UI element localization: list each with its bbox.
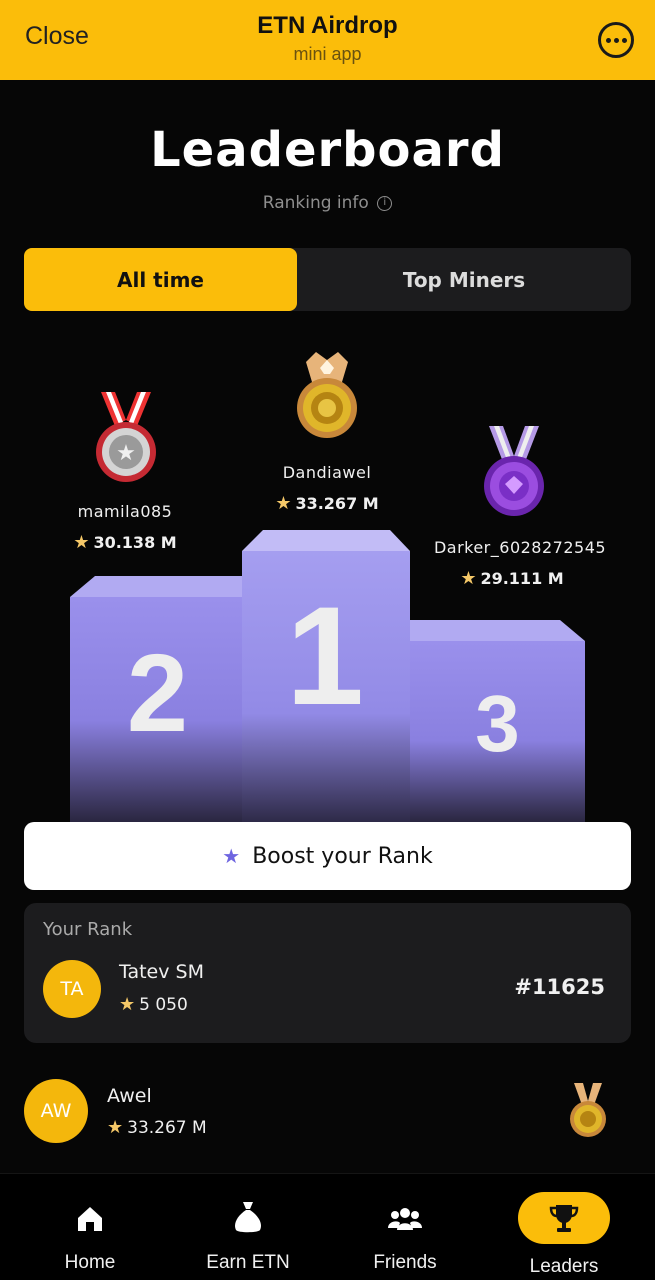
trophy-icon <box>549 1205 579 1232</box>
nav-friends[interactable]: Friends <box>355 1174 455 1280</box>
purple-medal-icon <box>484 426 544 516</box>
podium-number-1: 1 <box>286 577 364 734</box>
list-item[interactable]: AW Awel ★ 33.267 M <box>0 1075 655 1155</box>
tab-all-time[interactable]: All time <box>24 248 297 311</box>
list-item-score: ★ 33.267 M <box>107 1117 207 1138</box>
star-icon: ★ <box>73 532 90 553</box>
podium-3-top <box>410 620 585 641</box>
podium-3-score: ★ 29.111 M <box>427 568 597 589</box>
money-bag-icon <box>235 1202 261 1233</box>
podium-2-top <box>70 576 242 597</box>
podium-1-name: Dandiawel <box>282 463 372 482</box>
more-options-button[interactable] <box>598 22 634 58</box>
podium-2-score-value: 30.138 M <box>93 533 177 552</box>
nav-earn[interactable]: Earn ETN <box>188 1174 308 1280</box>
podium-number-3: 3 <box>475 679 520 768</box>
your-name: Tatev SM <box>119 961 204 983</box>
podium-3-name: Darker_6028272545 <box>433 538 607 557</box>
star-icon: ★ <box>119 994 136 1015</box>
silver-medal-icon: ★ <box>96 392 156 482</box>
nav-leaders[interactable]: Leaders <box>514 1174 614 1280</box>
your-rank-number: #11625 <box>514 975 605 999</box>
podium-1-top <box>242 530 410 551</box>
leaderboard-tabs: All time Top Miners <box>24 248 631 311</box>
tab-top-miners[interactable]: Top Miners <box>297 248 631 311</box>
star-icon: ★ <box>222 844 241 868</box>
nav-leaders-label: Leaders <box>529 1256 599 1277</box>
mini-app-header: Close ETN Airdrop mini app <box>0 0 655 80</box>
your-rank-label: Your Rank <box>43 919 133 940</box>
podium-1-score-value: 33.267 M <box>295 494 379 513</box>
avatar: AW <box>24 1079 88 1143</box>
star-icon: ★ <box>460 568 477 589</box>
gold-medal-icon <box>297 352 357 438</box>
ranking-info-label: Ranking info <box>262 193 369 213</box>
list-item-name: Awel <box>107 1085 152 1107</box>
nav-home-label: Home <box>64 1252 116 1273</box>
your-score: ★ 5 050 <box>119 994 188 1015</box>
dot <box>605 37 611 43</box>
nav-friends-label: Friends <box>373 1252 437 1273</box>
bottom-navigation: Home Earn ETN Friends Leaders <box>0 1173 655 1280</box>
podium-number-2: 2 <box>126 632 189 755</box>
boost-rank-button[interactable]: ★ Boost your Rank <box>24 822 631 890</box>
page-title: Leaderboard <box>150 122 505 178</box>
podium-2-score: ★ 30.138 M <box>40 532 210 553</box>
star-icon: ★ <box>275 493 292 514</box>
nav-earn-label: Earn ETN <box>206 1252 290 1273</box>
app-title: ETN Airdrop <box>257 12 398 39</box>
info-icon: i <box>377 195 393 211</box>
home-icon <box>78 1207 102 1231</box>
avatar: TA <box>43 960 101 1018</box>
boost-rank-label: Boost your Rank <box>252 843 433 869</box>
gold-medal-icon <box>570 1083 606 1137</box>
list-item-score-value: 33.267 M <box>127 1118 207 1138</box>
ranking-info-link[interactable]: Ranking info i <box>0 193 655 213</box>
star-icon: ★ <box>107 1117 124 1138</box>
your-score-value: 5 050 <box>139 995 188 1015</box>
svg-text:★: ★ <box>116 441 136 466</box>
dot <box>621 37 627 43</box>
friends-icon <box>388 1208 422 1230</box>
podium-2-name: mamila085 <box>77 502 173 521</box>
your-rank-card: Your Rank TA Tatev SM ★ 5 050 #11625 <box>24 903 631 1043</box>
app-subtitle: mini app <box>293 44 362 64</box>
nav-home[interactable]: Home <box>40 1174 140 1280</box>
podium-3-score-value: 29.111 M <box>480 569 564 588</box>
podium-1-score: ★ 33.267 M <box>242 493 412 514</box>
dot <box>613 37 619 43</box>
